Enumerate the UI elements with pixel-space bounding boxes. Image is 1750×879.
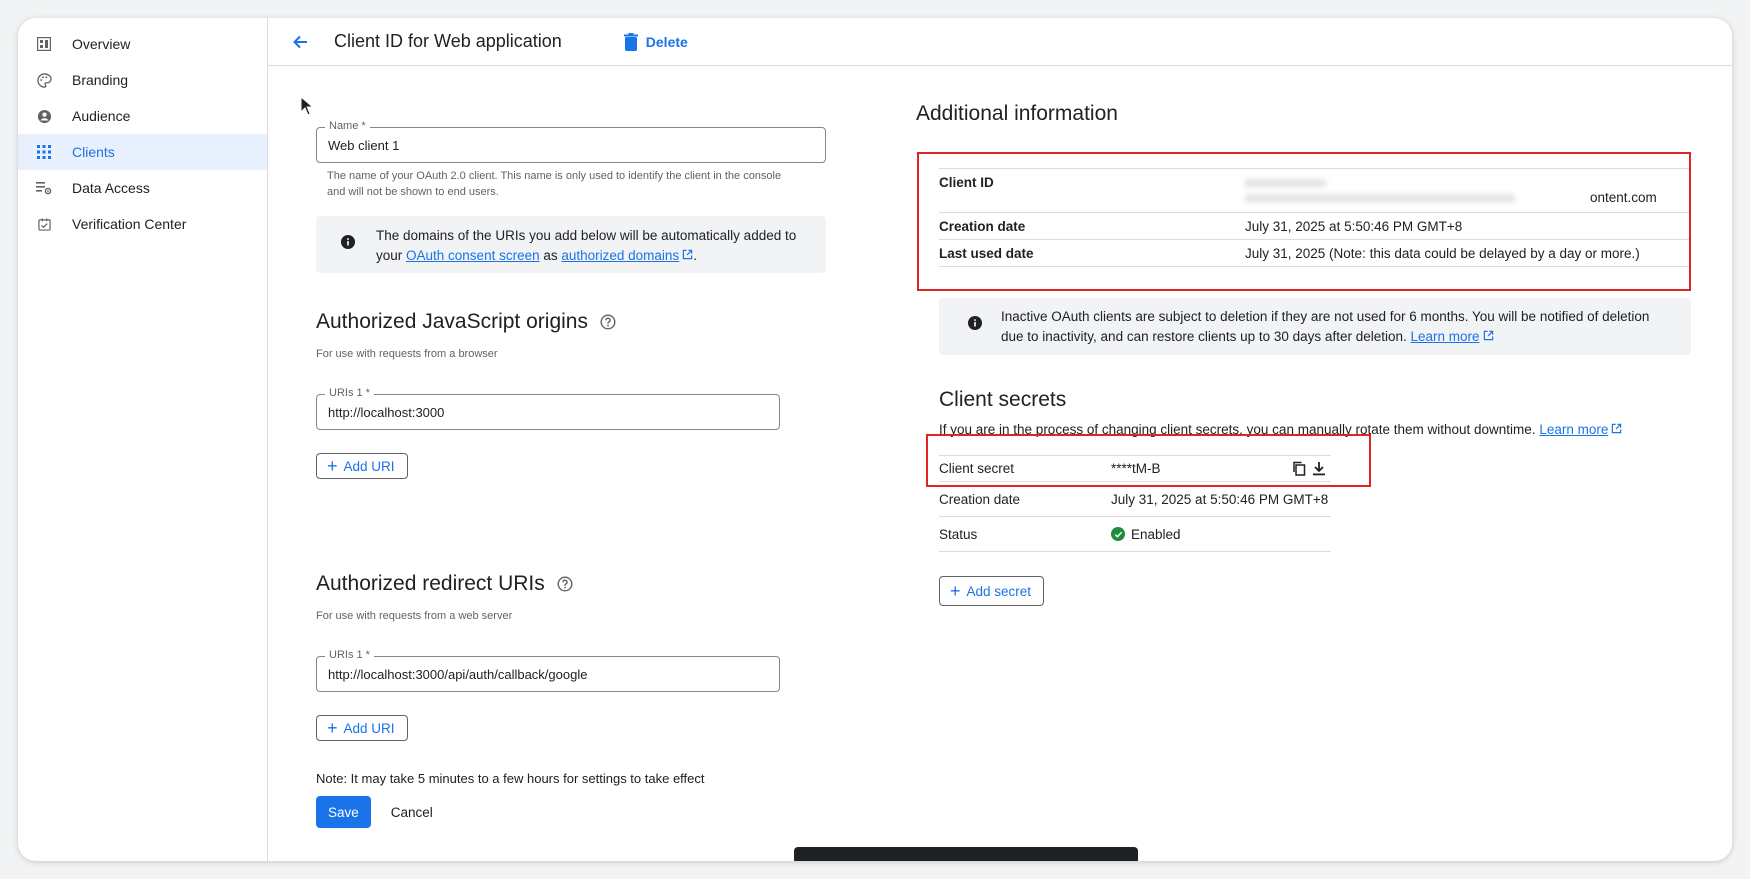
js-origin-uri-value: http://localhost:3000 bbox=[328, 404, 445, 420]
sidebar-item-label: Verification Center bbox=[72, 216, 187, 232]
external-link-icon bbox=[1612, 423, 1622, 434]
domains-info-text: The domains of the URIs you add below wi… bbox=[376, 226, 810, 266]
js-origins-subtitle: For use with requests from a browser bbox=[316, 348, 498, 360]
help-icon[interactable] bbox=[600, 314, 616, 330]
client-secrets-section: Client secrets If you are in the process… bbox=[939, 388, 1622, 606]
client-form: Name * Web client 1 The name of your OAu… bbox=[316, 66, 836, 828]
sidebar-item-label: Data Access bbox=[72, 180, 150, 196]
oauth-consent-screen-link[interactable]: OAuth consent screen bbox=[406, 248, 540, 263]
js-origin-uri-label: URIs 1 * bbox=[325, 387, 374, 399]
secret-status-value: Enabled bbox=[1131, 526, 1181, 542]
redirect-uris-title: Authorized redirect URIs bbox=[316, 572, 545, 595]
info-icon bbox=[341, 235, 355, 249]
sidebar-item-branding[interactable]: Branding bbox=[18, 62, 267, 98]
cancel-button[interactable]: Cancel bbox=[391, 805, 433, 820]
sidebar-item-verification-center[interactable]: Verification Center bbox=[18, 206, 267, 242]
page-title: Client ID for Web application bbox=[334, 31, 562, 51]
secret-creation-label: Creation date bbox=[939, 491, 1021, 507]
snackbar bbox=[794, 847, 1138, 861]
redirect-uri-label: URIs 1 * bbox=[325, 649, 374, 661]
add-uri-label: Add URI bbox=[343, 458, 395, 474]
name-field[interactable]: Name * Web client 1 bbox=[316, 120, 826, 163]
app-window: Overview Branding Audience Clients Data … bbox=[18, 18, 1732, 861]
inactive-learn-more-link[interactable]: Learn more bbox=[1411, 329, 1480, 344]
sidebar-item-label: Overview bbox=[72, 36, 131, 52]
sidebar-item-label: Branding bbox=[72, 72, 129, 88]
plus-icon: + bbox=[327, 718, 338, 738]
person-icon bbox=[36, 108, 52, 124]
check-circle-icon bbox=[1111, 527, 1125, 541]
info-icon bbox=[968, 316, 982, 330]
inactive-info-body: Inactive OAuth clients are subject to de… bbox=[1001, 309, 1650, 344]
dashboard-icon bbox=[36, 36, 52, 52]
domains-info-suffix: . bbox=[693, 248, 697, 263]
client-id-highlight bbox=[917, 152, 1691, 291]
mouse-cursor-icon bbox=[300, 96, 314, 116]
redirect-uri-field[interactable]: URIs 1 * http://localhost:3000/api/auth/… bbox=[316, 649, 780, 692]
external-link-icon bbox=[1483, 330, 1493, 341]
redirect-uris-subtitle: For use with requests from a web server bbox=[316, 610, 513, 622]
palette-icon bbox=[36, 72, 52, 88]
external-link-icon bbox=[682, 249, 693, 260]
add-js-origin-uri-button[interactable]: + Add URI bbox=[316, 453, 408, 479]
save-button[interactable]: Save bbox=[316, 796, 371, 828]
secret-status-label: Status bbox=[939, 526, 978, 542]
trash-icon bbox=[623, 32, 638, 51]
verified-icon bbox=[36, 216, 52, 232]
authorized-domains-link[interactable]: authorized domains bbox=[561, 248, 679, 263]
inactive-info-text: Inactive OAuth clients are subject to de… bbox=[1001, 307, 1675, 347]
client-secret-highlight bbox=[926, 434, 1371, 487]
secret-status: Enabled bbox=[1111, 527, 1181, 542]
js-origins-title: Authorized JavaScript origins bbox=[316, 310, 588, 333]
js-origins-section: Authorized JavaScript origins For use wi… bbox=[316, 310, 836, 479]
help-icon[interactable] bbox=[557, 576, 573, 592]
topbar: Client ID for Web application Delete bbox=[268, 18, 1732, 66]
js-origin-uri-field[interactable]: URIs 1 * http://localhost:3000 bbox=[316, 387, 780, 430]
sidebar-item-overview[interactable]: Overview bbox=[18, 26, 267, 62]
redirect-uri-value: http://localhost:3000/api/auth/callback/… bbox=[328, 666, 588, 682]
add-redirect-uri-button[interactable]: + Add URI bbox=[316, 715, 408, 741]
sidebar-item-data-access[interactable]: Data Access bbox=[18, 170, 267, 206]
secret-creation-value: July 31, 2025 at 5:50:46 PM GMT+8 bbox=[1111, 491, 1329, 507]
inactive-info-box: Inactive OAuth clients are subject to de… bbox=[939, 298, 1691, 355]
secret-status-row: Status Enabled bbox=[939, 517, 1331, 552]
settings-note: Note: It may take 5 minutes to a few hou… bbox=[316, 771, 705, 786]
name-field-label: Name * bbox=[325, 120, 370, 132]
additional-info-panel: Additional information Client ID xxxxxxx… bbox=[916, 66, 1706, 606]
add-uri-label: Add URI bbox=[343, 720, 395, 736]
delete-button[interactable]: Delete bbox=[623, 32, 688, 51]
sidebar-item-label: Clients bbox=[72, 144, 115, 160]
additional-info-title: Additional information bbox=[916, 102, 1118, 125]
domains-info-box: The domains of the URIs you add below wi… bbox=[316, 216, 826, 273]
main-content: Client ID for Web application Delete Nam… bbox=[268, 18, 1732, 861]
sidebar-item-label: Audience bbox=[72, 108, 131, 124]
sidebar-item-audience[interactable]: Audience bbox=[18, 98, 267, 134]
secrets-learn-more-link[interactable]: Learn more bbox=[1539, 422, 1608, 437]
sidebar: Overview Branding Audience Clients Data … bbox=[18, 18, 268, 861]
add-secret-label: Add secret bbox=[966, 583, 1032, 599]
data-access-icon bbox=[36, 180, 52, 196]
secret-creation-row: Creation date July 31, 2025 at 5:50:46 P… bbox=[939, 482, 1331, 517]
plus-icon: + bbox=[327, 456, 338, 476]
domains-info-middle: as bbox=[539, 248, 562, 263]
delete-label: Delete bbox=[645, 33, 688, 50]
sidebar-item-clients[interactable]: Clients bbox=[18, 134, 267, 170]
apps-grid-icon bbox=[36, 144, 52, 160]
add-secret-button[interactable]: + Add secret bbox=[939, 576, 1045, 606]
name-field-value: Web client 1 bbox=[328, 137, 400, 153]
plus-icon: + bbox=[950, 581, 961, 601]
name-hint: The name of your OAuth 2.0 client. This … bbox=[327, 170, 782, 198]
back-arrow-icon[interactable] bbox=[288, 30, 312, 54]
redirect-uris-section: Authorized redirect URIs For use with re… bbox=[316, 572, 836, 741]
client-secrets-title: Client secrets bbox=[939, 388, 1067, 411]
